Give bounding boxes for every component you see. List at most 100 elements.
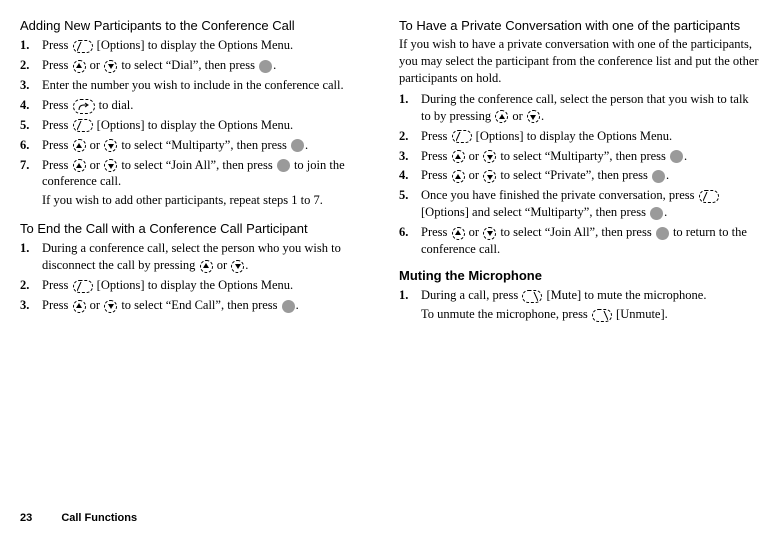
- step-number: 5.: [399, 187, 421, 221]
- text: Press: [42, 138, 72, 152]
- step-number: 2.: [20, 277, 42, 294]
- page-footer: 23 Call Functions: [20, 511, 137, 526]
- step-number: 3.: [399, 148, 421, 165]
- softkey-left-icon: [452, 130, 472, 143]
- heading-end-call: To End the Call with a Conference Call P…: [20, 221, 381, 237]
- list-item: 2. Press or to select “Dial”, then press…: [20, 57, 381, 74]
- text: to select “Dial”, then press: [118, 58, 258, 72]
- text: During a call, press: [421, 288, 521, 302]
- text: .: [273, 58, 276, 72]
- text: [Options] to display the Options Menu.: [94, 278, 294, 292]
- down-arrow-icon: [104, 159, 117, 172]
- text: Press: [42, 58, 72, 72]
- text: .: [541, 109, 544, 123]
- step-number: 1.: [20, 37, 42, 54]
- step-number: 6.: [20, 137, 42, 154]
- text: During a conference call, select the per…: [42, 241, 341, 272]
- down-arrow-icon: [483, 170, 496, 183]
- step-body: Press to dial.: [42, 97, 381, 114]
- send-key-icon: [73, 99, 95, 114]
- softkey-left-icon: [699, 190, 719, 203]
- softkey-left-icon: [73, 40, 93, 53]
- list-item: 1. During a call, press [Mute] to mute t…: [399, 287, 760, 325]
- step-body: Press [Options] to display the Options M…: [42, 37, 381, 54]
- text: .: [664, 205, 667, 219]
- list-item: 1. During a conference call, select the …: [20, 240, 381, 274]
- text: to dial.: [96, 98, 134, 112]
- text: Press: [42, 158, 72, 172]
- text: [Options] and select “Multiparty”, then …: [421, 205, 649, 219]
- down-arrow-icon: [527, 110, 540, 123]
- right-column: To Have a Private Conversation with one …: [399, 18, 760, 335]
- ok-button-icon: [670, 150, 683, 163]
- text: [Options] to display the Options Menu.: [473, 129, 673, 143]
- text: Press: [42, 118, 72, 132]
- text: or: [87, 158, 104, 172]
- step-number: 1.: [399, 287, 421, 325]
- text: .: [684, 149, 687, 163]
- step-body: Press or to select “Dial”, then press .: [42, 57, 381, 74]
- text: [Mute] to mute the microphone.: [543, 288, 706, 302]
- softkey-right-icon: [592, 309, 612, 322]
- text: or: [87, 58, 104, 72]
- list-item: 6. Press or to select “Join All”, then p…: [399, 224, 760, 258]
- list-item: 3. Press or to select “End Call”, then p…: [20, 297, 381, 314]
- text: .: [296, 298, 299, 312]
- list-item: 6. Press or to select “Multiparty”, then…: [20, 137, 381, 154]
- down-arrow-icon: [483, 227, 496, 240]
- text: Press: [421, 168, 451, 182]
- page-number: 23: [20, 512, 32, 524]
- left-column: Adding New Participants to the Conferenc…: [20, 18, 381, 335]
- text: During the conference call, select the p…: [421, 92, 749, 123]
- step-body: Press [Options] to display the Options M…: [42, 117, 381, 134]
- step-body: During a call, press [Mute] to mute the …: [421, 287, 760, 325]
- ok-button-icon: [277, 159, 290, 172]
- up-arrow-icon: [452, 227, 465, 240]
- step-body: Press [Options] to display the Options M…: [421, 128, 760, 145]
- text: Press: [42, 278, 72, 292]
- up-arrow-icon: [73, 60, 86, 73]
- text: Press: [421, 129, 451, 143]
- up-arrow-icon: [495, 110, 508, 123]
- text: or: [87, 298, 104, 312]
- down-arrow-icon: [104, 60, 117, 73]
- step-number: 3.: [20, 297, 42, 314]
- text: [Options] to display the Options Menu.: [94, 38, 294, 52]
- text: [Unmute].: [613, 307, 668, 321]
- ok-button-icon: [291, 139, 304, 152]
- ok-button-icon: [259, 60, 272, 73]
- step-number: 6.: [399, 224, 421, 258]
- step-number: 7.: [20, 157, 42, 212]
- intro-private-conv: If you wish to have a private conversati…: [399, 36, 760, 87]
- down-arrow-icon: [104, 300, 117, 313]
- text: or: [466, 225, 483, 239]
- step-body: Press [Options] to display the Options M…: [42, 277, 381, 294]
- text: or: [509, 109, 526, 123]
- list-item: 1. Press [Options] to display the Option…: [20, 37, 381, 54]
- heading-private-conv: To Have a Private Conversation with one …: [399, 18, 760, 34]
- up-arrow-icon: [73, 139, 86, 152]
- text: To unmute the microphone, press: [421, 307, 591, 321]
- list-item: 2. Press [Options] to display the Option…: [399, 128, 760, 145]
- text: or: [87, 138, 104, 152]
- list-item: 5. Press [Options] to display the Option…: [20, 117, 381, 134]
- step-number: 2.: [20, 57, 42, 74]
- text: Once you have finished the private conve…: [421, 188, 698, 202]
- step-note: To unmute the microphone, press [Unmute]…: [421, 306, 760, 323]
- step-body: During the conference call, select the p…: [421, 91, 760, 125]
- text: or: [214, 258, 231, 272]
- list-item: 5. Once you have finished the private co…: [399, 187, 760, 221]
- step-number: 4.: [399, 167, 421, 184]
- list-item: 4. Press to dial.: [20, 97, 381, 114]
- text: to select “End Call”, then press: [118, 298, 280, 312]
- text: to select “Multiparty”, then press: [118, 138, 290, 152]
- footer-section: Call Functions: [61, 512, 137, 524]
- list-item: 1. During the conference call, select th…: [399, 91, 760, 125]
- text: .: [245, 258, 248, 272]
- softkey-left-icon: [73, 280, 93, 293]
- step-body: Once you have finished the private conve…: [421, 187, 760, 221]
- text: to select “Multiparty”, then press: [497, 149, 669, 163]
- up-arrow-icon: [452, 150, 465, 163]
- step-number: 3.: [20, 77, 42, 94]
- step-number: 4.: [20, 97, 42, 114]
